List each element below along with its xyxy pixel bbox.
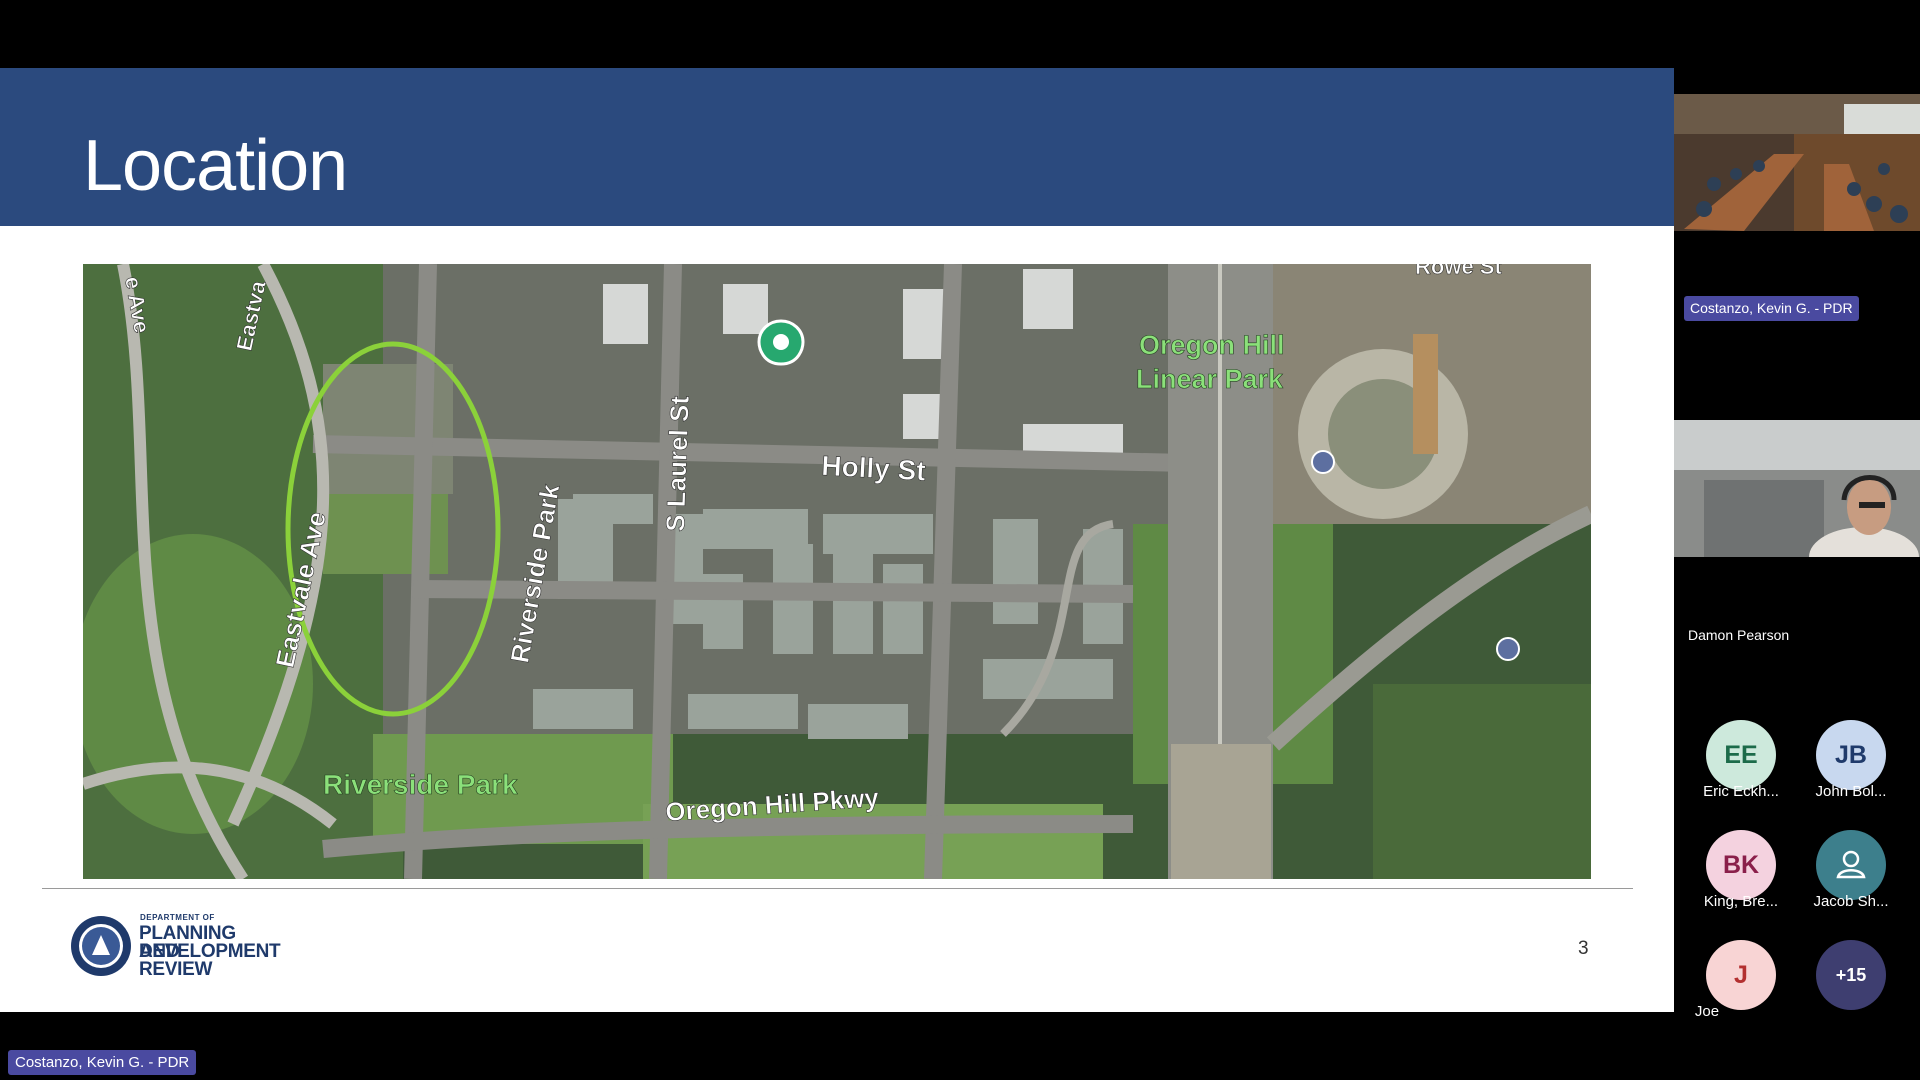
participants-panel: Costanzo, Kevin G. - PDR Damon Pearson E… [1674, 0, 1920, 1080]
logo-department: DEPARTMENT OF [140, 913, 215, 922]
map-label-rowe: Rowe St [1415, 264, 1502, 279]
participant-video-image [1674, 420, 1920, 557]
avatar-john[interactable]: JB [1816, 720, 1886, 790]
transit-icon [1496, 637, 1520, 661]
map-pin-icon [757, 319, 805, 366]
map-label-linear-park-2: Linear Park [1136, 364, 1284, 394]
pdr-logo: DEPARTMENT OF PLANNING AND DEVELOPMENT R… [70, 911, 281, 981]
video-name-label-2: Damon Pearson [1688, 627, 1790, 643]
presentation-slide: Location e Ave Eastva Eastvale Ave River… [0, 68, 1674, 1012]
city-seal-icon [71, 916, 131, 976]
logo-line-3: REVIEW [139, 959, 213, 980]
avatar-name-john: John Bol... [1815, 783, 1887, 800]
avatar-name-king: King, Bre... [1703, 893, 1779, 910]
slide-header: Location [0, 68, 1674, 226]
aerial-map: e Ave Eastva Eastvale Ave Riverside Park… [83, 264, 1591, 879]
map-label-riverside-park: Riverside Park [323, 769, 518, 800]
avatar-name-eric: Eric Eckh... [1703, 783, 1779, 800]
map-label-s-laurel: S Laurel St [660, 395, 695, 532]
avatar-eric[interactable]: EE [1706, 720, 1776, 790]
more-participants-button[interactable]: +15 [1816, 940, 1886, 1010]
avatar-name-joe: Joe [1694, 1003, 1720, 1020]
avatar-jacob[interactable] [1816, 830, 1886, 900]
slide-divider [42, 888, 1633, 889]
person-icon [1836, 850, 1866, 879]
video-tile-room[interactable] [1674, 94, 1920, 231]
transit-icon [1311, 450, 1335, 474]
map-label-linear-park-1: Oregon Hill [1139, 330, 1285, 360]
avatar-name-jacob: Jacob Sh... [1813, 893, 1889, 910]
slide-title: Location [83, 126, 348, 206]
room-video-image [1674, 94, 1920, 231]
slide-number: 3 [1578, 938, 1589, 959]
aerial-map-svg: e Ave Eastva Eastvale Ave Riverside Park… [83, 264, 1591, 879]
map-label-holly: Holly St [821, 450, 927, 486]
avatar-joe[interactable]: J [1706, 940, 1776, 1010]
presenter-name-tag: Costanzo, Kevin G. - PDR [8, 1050, 197, 1075]
video-tile-damon[interactable] [1674, 420, 1920, 557]
avatar-king[interactable]: BK [1706, 830, 1776, 900]
video-name-tag-1: Costanzo, Kevin G. - PDR [1684, 296, 1859, 321]
